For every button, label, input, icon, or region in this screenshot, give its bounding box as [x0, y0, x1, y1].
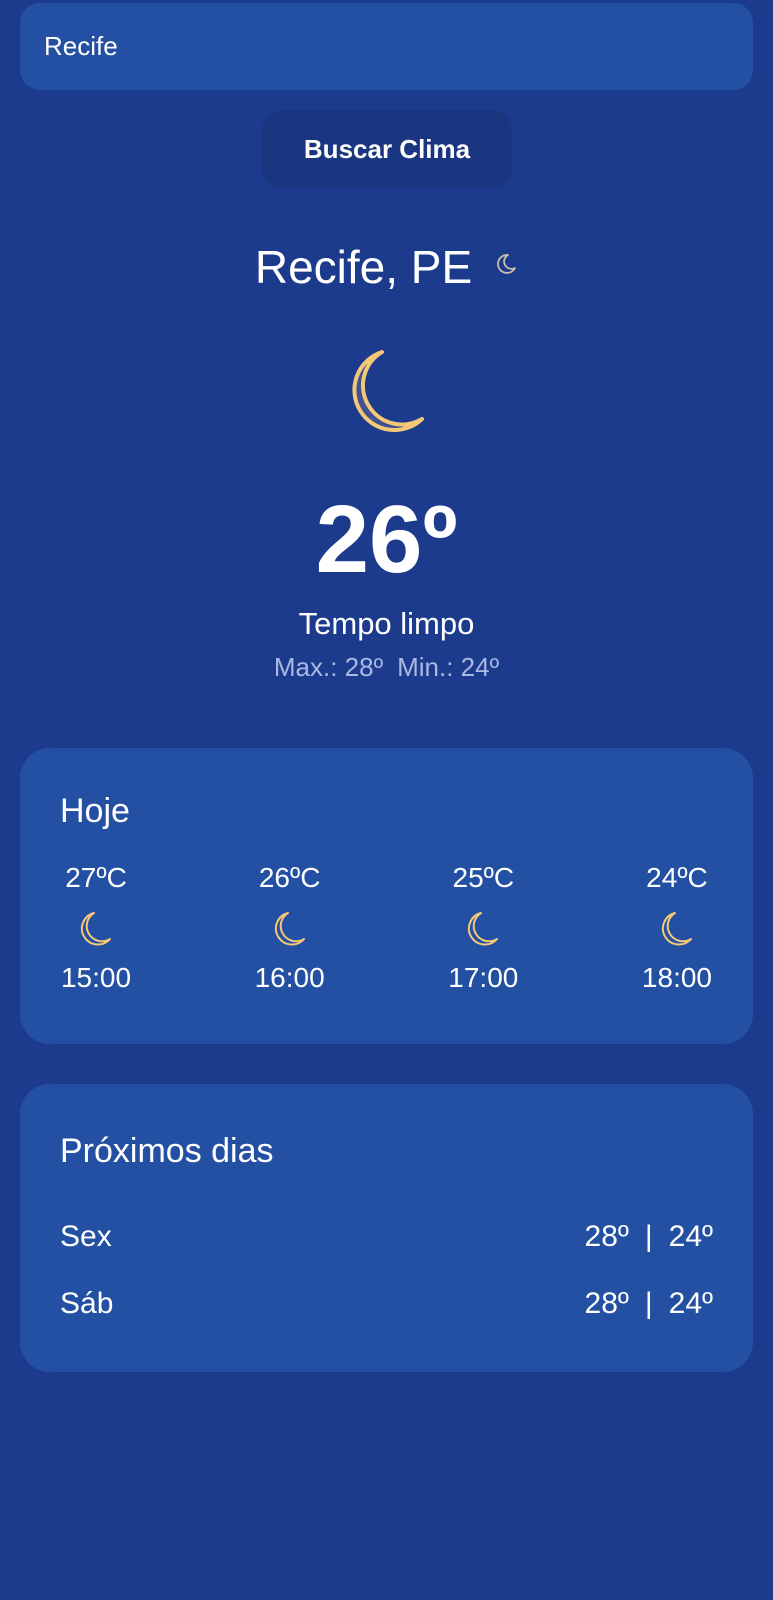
moon-icon	[352, 350, 424, 433]
hourly-forecast-list: 27ºC 15:00 26ºC 16:00 25ºC 17:00 24ºC 18…	[60, 862, 713, 994]
day-separator: |	[644, 1220, 653, 1253]
day-row: Sáb 28º | 24º	[60, 1287, 713, 1321]
hourly-item: 27ºC 15:00	[60, 862, 132, 994]
hour-temperature: 26ºC	[258, 862, 321, 893]
day-name: Sáb	[60, 1287, 114, 1320]
max-temperature: Max.: 28º	[273, 652, 384, 682]
day-separator: |	[644, 1287, 653, 1320]
moon-icon	[80, 912, 111, 946]
hourly-item: 24ºC 18:00	[641, 862, 713, 994]
hourly-item: 25ºC 17:00	[447, 862, 519, 994]
location-header: Recife, PE	[0, 232, 773, 302]
day-row: Sex 28º | 24º	[60, 1220, 713, 1254]
next-days-card: Próximos dias Sex 28º | 24º Sáb 28º | 24º	[20, 1084, 753, 1372]
min-temperature: Min.: 24º	[397, 652, 500, 682]
city-search-input[interactable]	[44, 31, 753, 62]
current-temperature: 26º	[315, 486, 458, 593]
hour-temperature: 27ºC	[65, 862, 127, 893]
hour-time: 18:00	[641, 962, 712, 993]
hour-time: 17:00	[448, 962, 519, 993]
hourly-item: 26ºC 16:00	[254, 862, 326, 994]
today-title: Hoje	[60, 792, 130, 830]
day-max: 28º	[584, 1220, 629, 1253]
moon-icon	[497, 254, 517, 274]
hour-time: 15:00	[60, 962, 132, 993]
day-max: 28º	[584, 1287, 629, 1320]
search-weather-button[interactable]: Buscar Clima	[262, 110, 512, 188]
min-max-temperature: Max.: 28º Min.: 24º	[0, 652, 773, 683]
moon-icon	[661, 912, 692, 946]
location-name: Recife, PE	[254, 241, 473, 293]
day-min: 24º	[668, 1220, 713, 1253]
weather-condition: Tempo limpo	[298, 606, 475, 641]
day-temperature-range: 28º | 24º	[585, 1220, 713, 1254]
hour-temperature: 24ºC	[646, 862, 708, 893]
day-name: Sex	[60, 1220, 112, 1253]
moon-icon	[468, 912, 499, 946]
day-temperature-range: 28º | 24º	[585, 1287, 713, 1321]
next-days-title: Próximos dias	[60, 1132, 274, 1170]
today-forecast-card: Hoje 27ºC 15:00 26ºC 16:00 25ºC 17:00 24…	[20, 748, 753, 1044]
search-box[interactable]	[20, 3, 753, 90]
hour-time: 16:00	[254, 962, 325, 993]
hour-temperature: 25ºC	[452, 862, 515, 893]
moon-icon	[274, 912, 305, 946]
day-min: 24º	[668, 1287, 713, 1320]
